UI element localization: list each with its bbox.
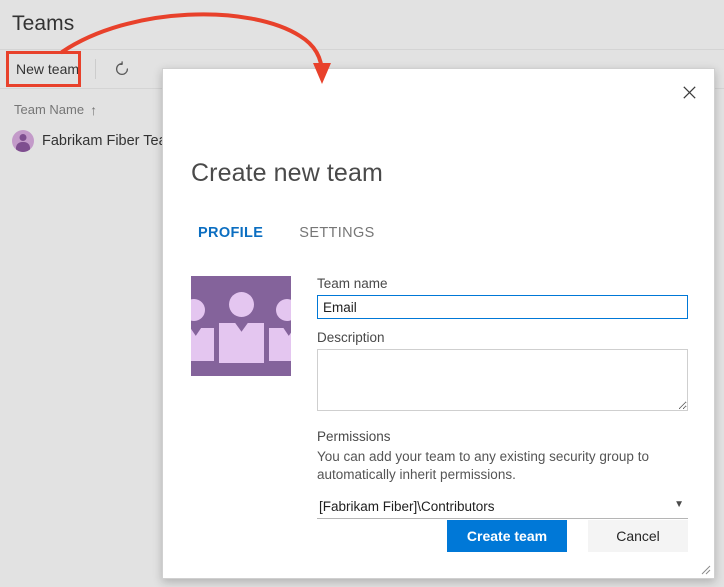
team-name-column-header[interactable]: Team Name ↑ [14,102,97,117]
cancel-button[interactable]: Cancel [588,520,688,552]
column-header-label: Team Name [14,102,84,117]
list-item[interactable]: Fabrikam Fiber Team [12,130,179,152]
close-icon[interactable] [672,77,706,107]
dialog-tabs: PROFILE SETTINGS [192,224,381,244]
team-avatar-icon [12,130,34,152]
toolbar-separator [95,59,96,79]
team-people-icon[interactable] [191,276,291,376]
form-fields: Team name Description Permissions You ca… [317,276,688,519]
refresh-icon[interactable] [110,57,134,81]
team-name-input[interactable] [317,295,688,319]
create-team-button[interactable]: Create team [447,520,567,552]
dialog-footer: Create team Cancel [163,506,714,578]
dialog-form: Team name Description Permissions You ca… [191,276,688,519]
tab-settings[interactable]: SETTINGS [293,224,380,244]
permissions-label: Permissions [317,429,688,444]
tab-profile[interactable]: PROFILE [192,224,269,244]
page-title: Teams [12,12,74,36]
description-label: Description [317,330,688,345]
team-name-label: Team name [317,276,688,291]
sort-ascending-icon: ↑ [90,103,97,117]
dialog-title: Create new team [191,159,383,188]
new-team-button[interactable]: New team [14,57,81,81]
description-input[interactable] [317,349,688,411]
team-name-label: Fabrikam Fiber Team [42,133,179,149]
dialog-resize-grip[interactable] [699,563,711,575]
permissions-help-text: You can add your team to any existing se… [317,448,688,484]
create-new-team-dialog: Create new team PROFILE SETTINGS Team na… [162,68,715,579]
